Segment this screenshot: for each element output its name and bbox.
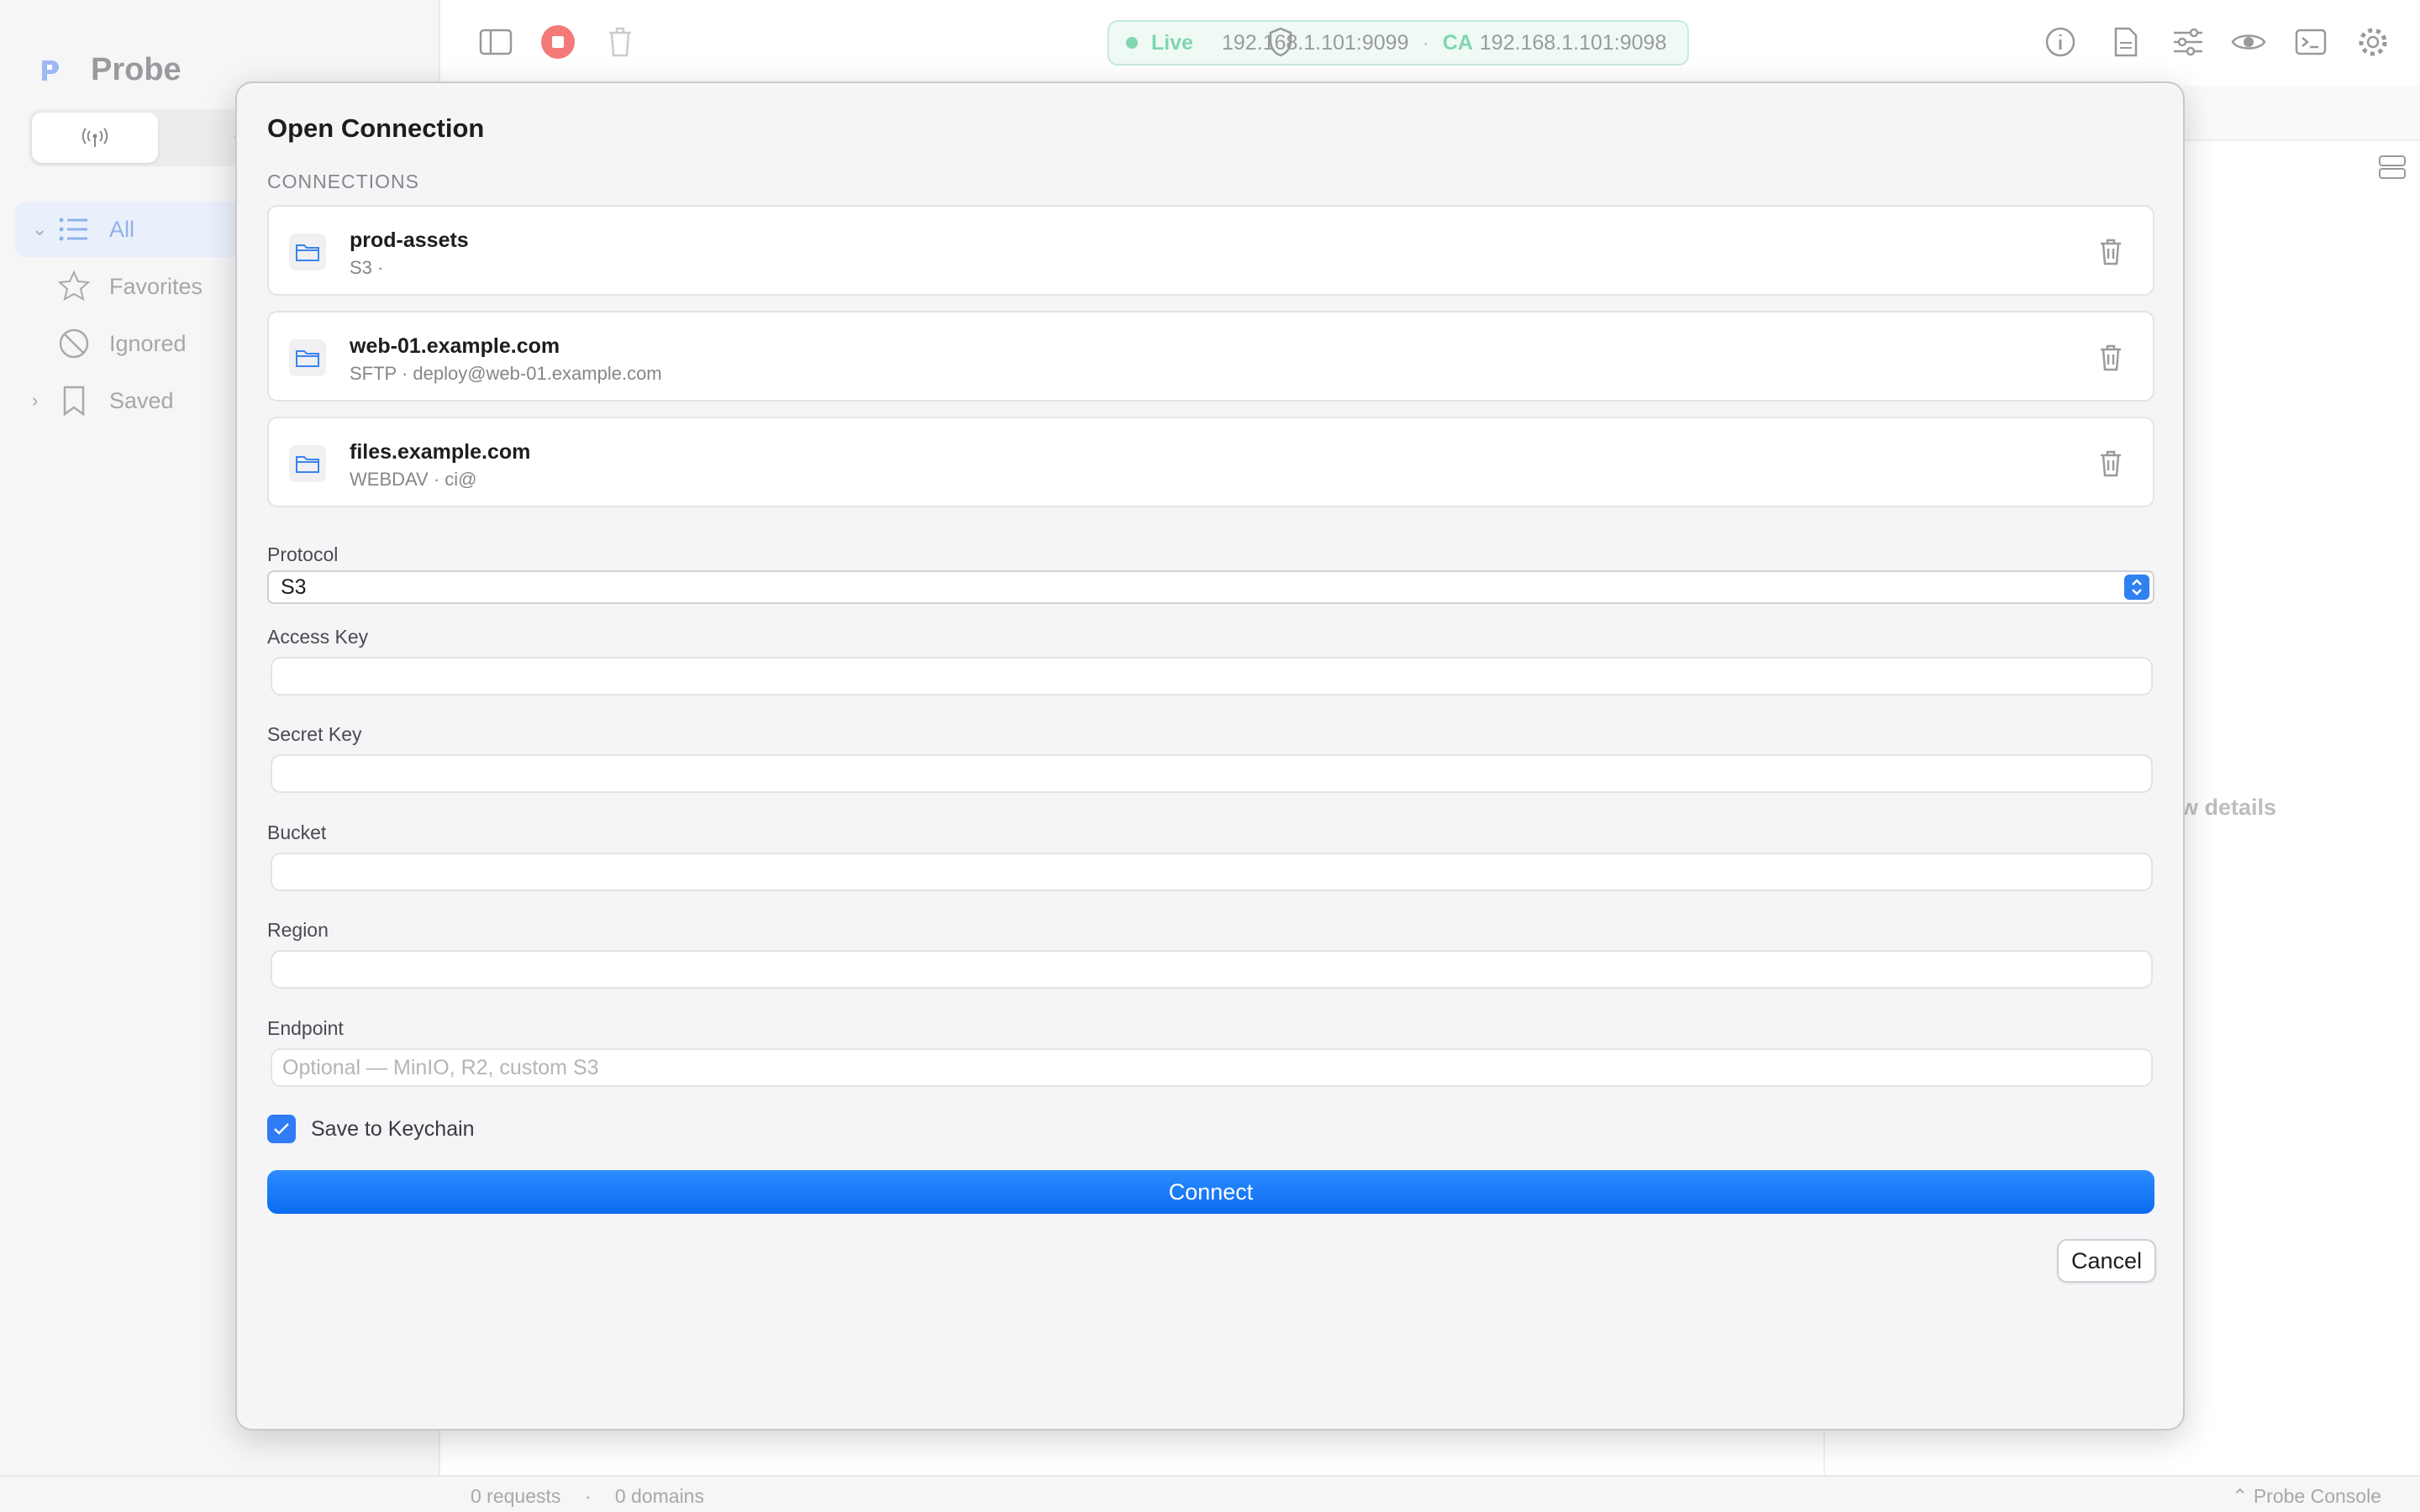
domain-count: 0 domains — [614, 1485, 704, 1507]
protocol-value: S3 — [281, 575, 307, 599]
list-icon — [55, 211, 92, 248]
save-keychain-label: Save to Keychain — [311, 1116, 475, 1141]
shield-icon[interactable] — [1262, 24, 1299, 60]
saved-connection-card[interactable]: prod-assets S3 · — [267, 205, 2154, 296]
live-status-pill: Live 192.168.1.101:9099 · CA 192.168.1.1… — [1107, 20, 1689, 66]
console-label: Probe Console — [2253, 1485, 2381, 1507]
toolbar: Live 192.168.1.101:9099 · CA 192.168.1.1… — [440, 0, 2420, 84]
separator: · — [1422, 30, 1429, 55]
chevron-down-icon: ⌄ — [32, 218, 48, 239]
connections-section-label: CONNECTIONS — [267, 171, 419, 192]
delete-connection-icon[interactable] — [2097, 343, 2124, 373]
sidebar-item-label: Saved — [109, 387, 174, 413]
connect-button[interactable]: Connect — [267, 1170, 2154, 1214]
bookmark-icon — [55, 382, 92, 419]
folder-icon — [289, 339, 326, 376]
sidebar-item-label: All — [109, 216, 135, 242]
status-bar: 0 requests · 0 domains ⌃ Probe Console — [0, 1475, 2420, 1512]
folder-icon — [289, 234, 326, 270]
live-dot — [1126, 37, 1138, 49]
chevron-up-icon: ⌃ — [2232, 1485, 2254, 1507]
secret-key-label: Secret Key — [267, 723, 362, 745]
brand: Probe — [37, 52, 182, 88]
open-connection-dialog: Open Connection CONNECTIONS prod-assets … — [235, 81, 2185, 1431]
checkmark-icon — [274, 1123, 289, 1135]
sidebar-item-label: Ignored — [109, 330, 187, 356]
probe-logo-icon — [42, 60, 59, 81]
ca-label: CA — [1442, 30, 1473, 55]
connection-name: prod-assets — [350, 228, 469, 252]
star-icon — [55, 268, 92, 305]
cancel-button[interactable]: Cancel — [2057, 1239, 2156, 1283]
trash-icon[interactable] — [602, 24, 639, 60]
region-label: Region — [267, 919, 329, 941]
access-key-input[interactable] — [271, 657, 2153, 696]
status-separator: · — [584, 1485, 592, 1507]
access-key-label: Access Key — [267, 626, 369, 648]
protocol-select[interactable]: S3 — [267, 570, 2154, 604]
saved-connection-card[interactable]: web-01.example.com SFTP · deploy@web-01.… — [267, 311, 2154, 402]
save-keychain-checkbox[interactable] — [267, 1115, 296, 1143]
connection-name: files.example.com — [350, 440, 531, 464]
save-keychain-row: Save to Keychain — [267, 1115, 475, 1143]
toggle-sidebar-icon[interactable] — [477, 24, 514, 60]
bucket-input[interactable] — [271, 853, 2153, 891]
gear-icon[interactable] — [2354, 24, 2391, 60]
status-counts: 0 requests · 0 domains — [471, 1485, 704, 1508]
sliders-icon[interactable] — [2170, 24, 2207, 60]
region-input[interactable] — [271, 950, 2153, 989]
delete-connection-icon[interactable] — [2097, 237, 2124, 267]
info-icon[interactable] — [2042, 24, 2079, 60]
document-icon[interactable] — [2107, 24, 2144, 60]
live-label: Live — [1151, 30, 1194, 55]
layout-toggle-icon[interactable] — [2378, 155, 2407, 180]
sidebar-item-label: Favorites — [109, 273, 203, 299]
chevron-up-down-icon — [2124, 575, 2149, 600]
endpoint-input[interactable] — [271, 1048, 2153, 1087]
connection-name: web-01.example.com — [350, 334, 560, 358]
chevron-right-icon: › — [32, 390, 39, 411]
delete-connection-icon[interactable] — [2097, 449, 2124, 479]
endpoint-label: Endpoint — [267, 1017, 344, 1039]
connection-detail: SFTP · deploy@web-01.example.com — [350, 363, 662, 384]
secret-key-input[interactable] — [271, 754, 2153, 793]
connection-detail: WEBDAV · ci@ — [350, 469, 477, 490]
saved-connection-card[interactable]: files.example.com WEBDAV · ci@ — [267, 417, 2154, 507]
protocol-label: Protocol — [267, 543, 339, 565]
eye-icon[interactable] — [2230, 24, 2267, 60]
app-name: Probe — [91, 52, 182, 87]
ca-address: 192.168.1.101:9098 — [1479, 30, 1667, 55]
stop-recording-icon[interactable] — [539, 24, 576, 60]
request-count: 0 requests — [471, 1485, 561, 1507]
proxy-address: 192.168.1.101:9099 — [1222, 30, 1409, 55]
terminal-icon[interactable] — [2292, 24, 2329, 60]
folder-icon — [289, 445, 326, 482]
connection-detail: S3 · — [350, 257, 384, 278]
probe-console-toggle[interactable]: ⌃ Probe Console — [2232, 1485, 2381, 1508]
capture-mode-button[interactable] — [32, 113, 158, 163]
bucket-label: Bucket — [267, 822, 327, 843]
antenna-icon — [82, 128, 108, 147]
dialog-title: Open Connection — [267, 113, 485, 143]
prohibited-icon — [55, 325, 92, 362]
